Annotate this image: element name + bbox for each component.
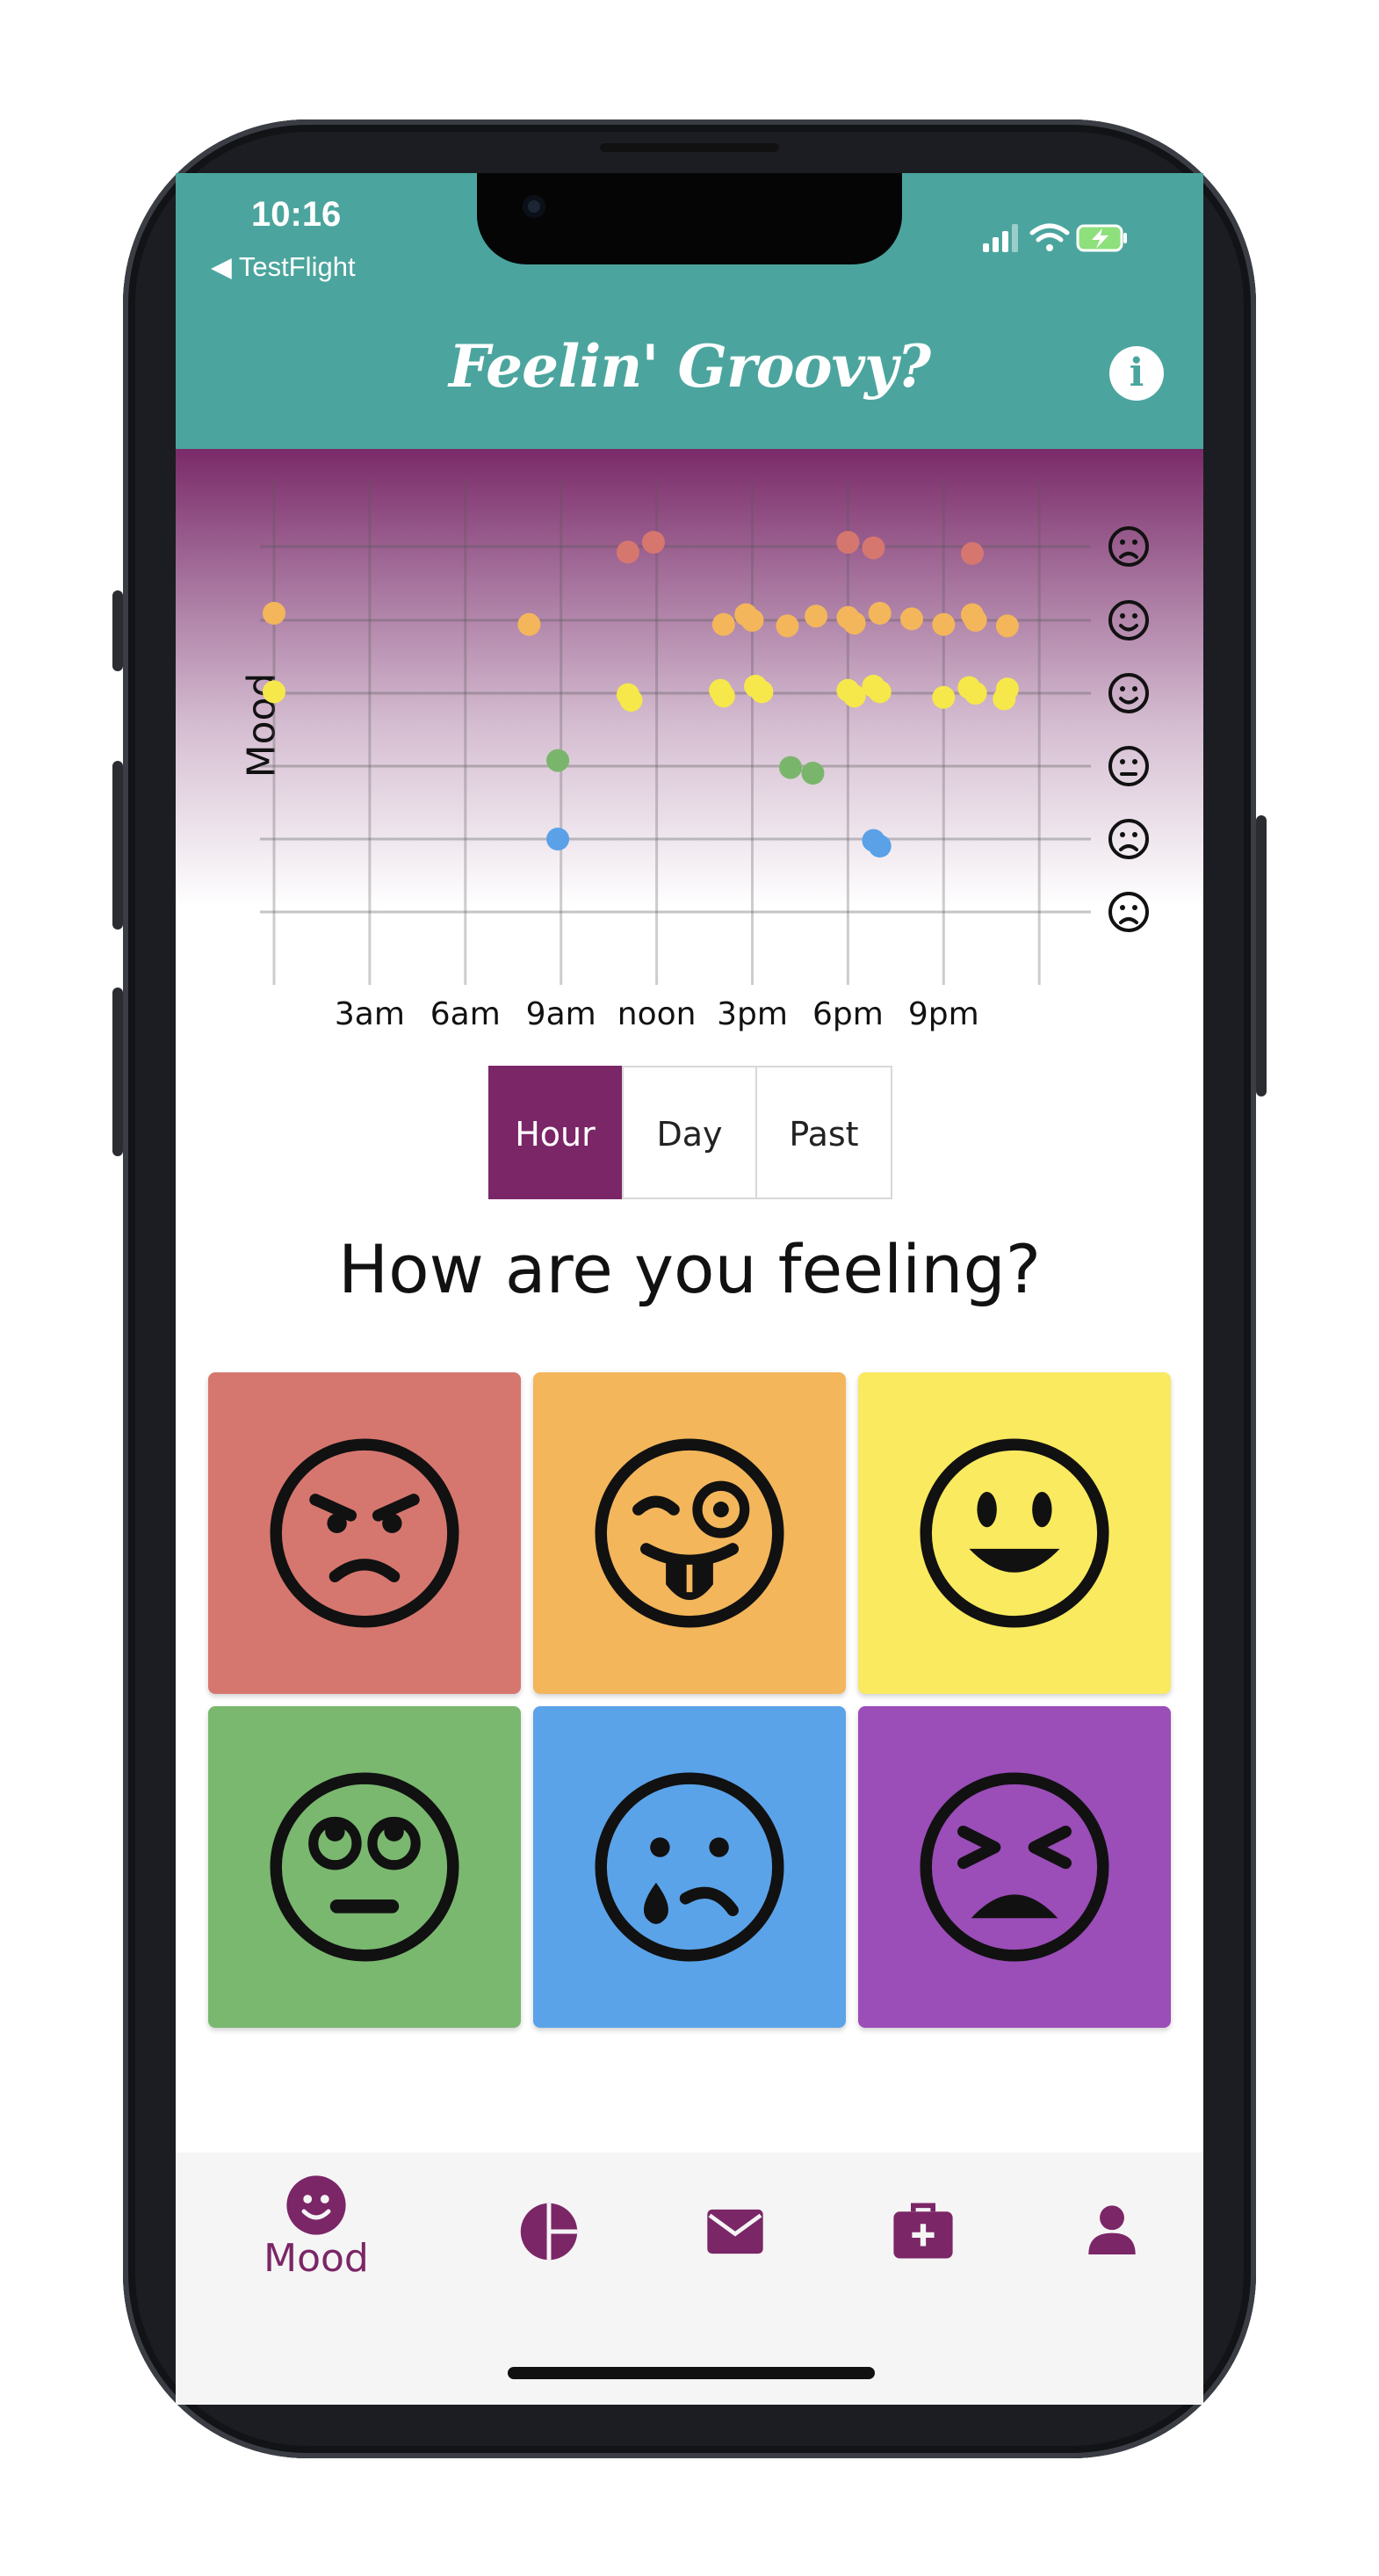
- data-point-meh: [801, 762, 825, 785]
- data-point-silly: [711, 612, 735, 636]
- notch: [477, 173, 902, 264]
- smile-icon: [286, 2175, 346, 2235]
- x-tick-label: 6am: [430, 996, 501, 1032]
- volume-up-button: [112, 761, 123, 930]
- tab-profile[interactable]: [1087, 2203, 1137, 2258]
- tongue-wink-face-icon: [595, 1438, 784, 1628]
- data-point-silly: [263, 602, 285, 625]
- data-point-angry: [862, 536, 885, 560]
- data-point-silly: [868, 602, 892, 625]
- mood-button-silly[interactable]: [533, 1372, 846, 1694]
- medkit-icon: [893, 2203, 953, 2259]
- power-button: [1256, 815, 1267, 1096]
- data-point-silly: [517, 612, 541, 636]
- angry-face-icon: [270, 1438, 459, 1628]
- mood-button-miserable[interactable]: [858, 1706, 1171, 2028]
- data-point-happy: [711, 684, 735, 708]
- data-point-angry: [616, 540, 639, 564]
- status-time: 10:16: [251, 195, 342, 234]
- back-to-testflight-link[interactable]: ◀ TestFlight: [211, 251, 356, 283]
- earpiece-speaker: [600, 143, 779, 152]
- volume-down-button: [112, 988, 123, 1156]
- y-axis-miserable-icon: [1108, 892, 1149, 932]
- info-icon[interactable]: i: [1109, 346, 1164, 401]
- pie-chart-icon: [520, 2203, 578, 2261]
- y-axis-meh-icon: [1108, 746, 1149, 786]
- mood-button-happy[interactable]: [858, 1372, 1171, 1694]
- mood-button-meh[interactable]: [208, 1706, 521, 2028]
- mood-button-angry[interactable]: [208, 1372, 521, 1694]
- tab-health-kit[interactable]: [892, 2202, 954, 2263]
- mood-button-sad[interactable]: [533, 1706, 846, 2028]
- y-axis-happy-icon: [1108, 673, 1149, 713]
- battery-charging-icon: [1076, 224, 1127, 252]
- data-point-silly: [776, 614, 799, 638]
- segment-past[interactable]: Past: [755, 1066, 892, 1199]
- y-axis-sad-icon: [1108, 819, 1149, 859]
- app-title: Feelin' Groovy?: [448, 332, 931, 401]
- x-tick-label: 6pm: [812, 996, 884, 1032]
- data-point-silly: [842, 611, 866, 635]
- segment-day[interactable]: Day: [622, 1066, 757, 1199]
- tab-stats[interactable]: [518, 2201, 580, 2266]
- data-point-silly: [900, 607, 923, 631]
- user-icon: [1088, 2205, 1136, 2254]
- x-tick-label: noon: [617, 996, 697, 1032]
- data-point-sad: [546, 828, 570, 850]
- data-point-angry: [641, 531, 665, 554]
- data-point-sad: [868, 835, 892, 857]
- sad-tear-face-icon: [595, 1772, 784, 1962]
- data-point-silly: [932, 612, 956, 636]
- data-point-silly: [740, 609, 764, 632]
- tab-messages[interactable]: [706, 2208, 764, 2259]
- segment-hour[interactable]: Hour: [488, 1066, 622, 1199]
- data-point-meh: [779, 756, 803, 779]
- eye-roll-face-icon: [270, 1772, 459, 1962]
- tab-mood-label: Mood: [264, 2236, 369, 2281]
- data-point-happy: [263, 680, 285, 704]
- data-point-angry: [960, 542, 984, 565]
- wifi-icon: [1029, 223, 1070, 251]
- data-point-happy: [868, 680, 892, 704]
- x-tick-label: 3pm: [717, 996, 788, 1032]
- envelope-icon: [707, 2209, 763, 2254]
- x-tick-label: 9am: [526, 996, 596, 1032]
- cellular-signal-icon: [983, 224, 1018, 252]
- data-point-happy: [932, 685, 956, 709]
- home-indicator: [508, 2367, 875, 2379]
- data-point-happy: [619, 689, 643, 712]
- data-point-angry: [836, 531, 860, 554]
- mood-chart: 3am 6am 9am noon 3pm 6pm 9pm: [260, 481, 1149, 1032]
- y-axis-angry-icon: [1108, 526, 1149, 567]
- mood-question: How are you feeling?: [337, 1230, 1042, 1308]
- smile-face-icon: [920, 1438, 1109, 1628]
- mute-switch: [112, 590, 123, 671]
- y-axis-silly-icon: [1108, 600, 1149, 640]
- tired-face-icon: [920, 1772, 1109, 1962]
- x-tick-label: 3am: [335, 996, 405, 1032]
- data-point-happy: [995, 677, 1019, 701]
- data-point-silly: [995, 614, 1019, 638]
- data-point-happy: [964, 682, 987, 705]
- data-point-silly: [964, 609, 987, 632]
- front-camera: [523, 195, 545, 218]
- data-point-happy: [750, 680, 774, 704]
- status-icons: [983, 223, 1127, 252]
- x-tick-label: 9pm: [908, 996, 979, 1032]
- tab-mood[interactable]: Mood: [246, 2174, 386, 2281]
- data-point-silly: [805, 604, 828, 628]
- data-point-meh: [546, 749, 570, 772]
